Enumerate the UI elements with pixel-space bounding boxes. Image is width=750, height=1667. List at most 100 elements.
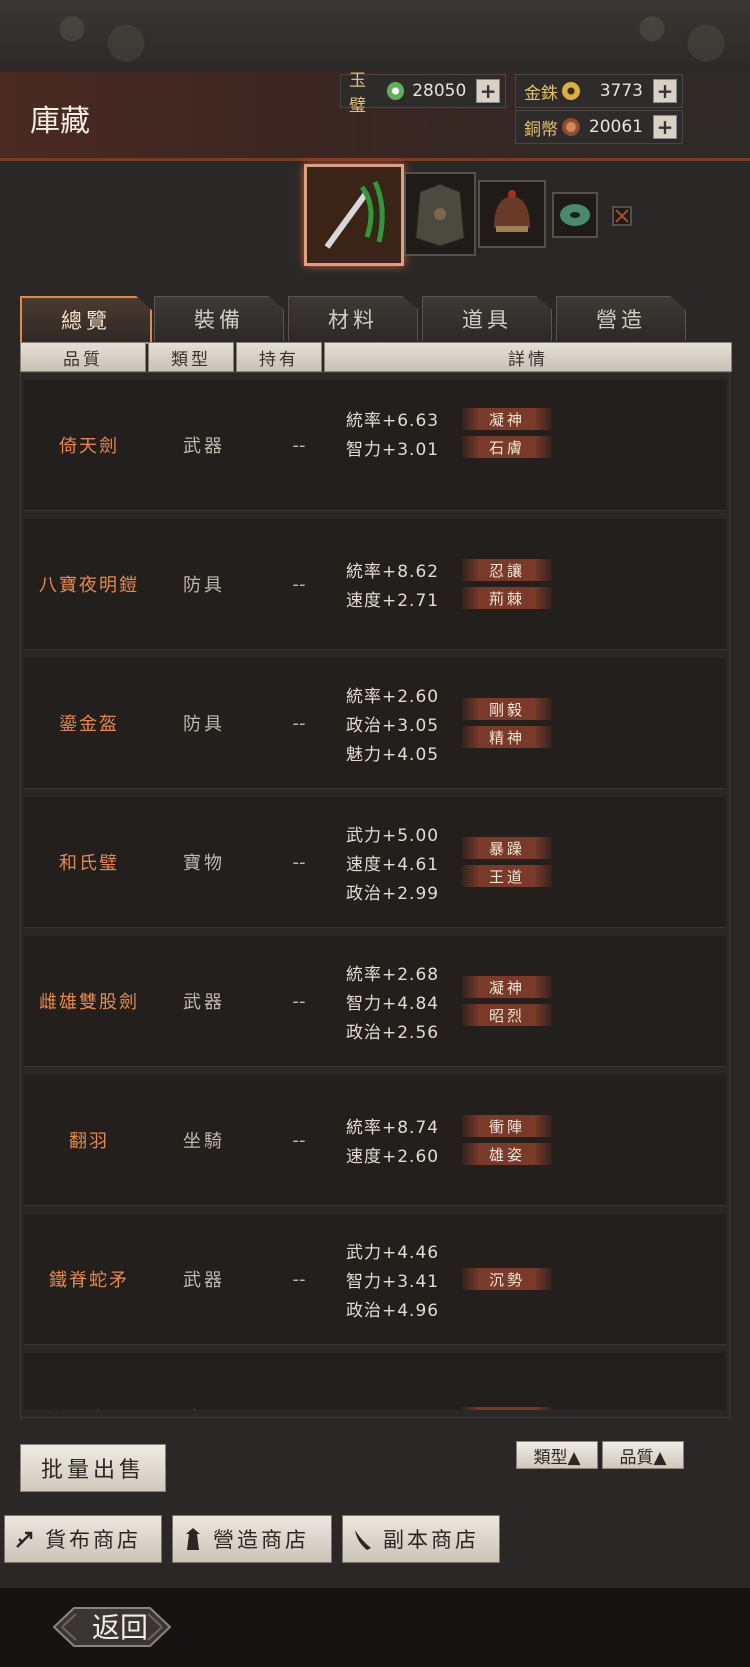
item-type: 武器 xyxy=(183,992,225,1013)
skill-badge[interactable]: 暴躁 xyxy=(462,837,552,859)
currency-jade: 玉璧 28050 + xyxy=(340,71,506,116)
bulk-sell-button[interactable]: 批量出售 xyxy=(20,1444,166,1492)
currency-gold: 金銖 3773 + xyxy=(515,74,683,108)
column-header-quality[interactable]: 品質 xyxy=(20,342,146,372)
skill-badge[interactable]: 凝神 xyxy=(462,408,552,430)
tab-equipment[interactable]: 裝備 xyxy=(154,296,284,341)
tab-construction[interactable]: 營造 xyxy=(556,296,686,341)
item-name: 七星寶刀 xyxy=(24,1353,154,1410)
skill-badge[interactable]: 精神 xyxy=(462,726,552,748)
table-row[interactable]: 鎏金盔 防具 -- 統率+2.60 政治+3.05 魅力+4.05 剛毅 精神 xyxy=(24,658,726,789)
add-gold-button[interactable]: + xyxy=(653,79,677,103)
dungeon-shop-button[interactable]: 副本商店 xyxy=(342,1515,500,1563)
item-type: 寶物 xyxy=(183,853,225,874)
tab-overview[interactable]: 總覽 xyxy=(20,296,152,344)
item-name: 鐵脊蛇矛 xyxy=(49,1270,129,1291)
item-slot-mini[interactable] xyxy=(612,206,632,226)
skill-badge[interactable]: 忍讓 xyxy=(462,559,552,581)
item-owned: -- xyxy=(292,990,306,1012)
item-slot-helmet[interactable] xyxy=(478,180,546,248)
column-header-type[interactable]: 類型 xyxy=(148,342,234,372)
stat-line: 統率+8.74 xyxy=(346,1118,440,1138)
stat-line: 速度+4.61 xyxy=(346,854,440,875)
tab-props[interactable]: 道具 xyxy=(422,296,552,341)
skill-badge[interactable]: 雄姿 xyxy=(462,1143,552,1165)
skill-badge[interactable]: 王道 xyxy=(462,865,552,887)
jade-coin-icon xyxy=(386,82,405,100)
item-stats: 統率+2.60 政治+3.05 魅力+4.05 xyxy=(346,658,439,788)
column-header-details: 詳情 xyxy=(324,342,732,372)
currency-label: 玉璧 xyxy=(349,71,366,116)
stat-line: 統率+2.68 xyxy=(346,964,440,985)
column-header-owned[interactable]: 持有 xyxy=(236,342,322,372)
item-type: 防具 xyxy=(183,575,225,596)
item-list[interactable]: 倚天劍 武器 -- 統率+6.63 智力+3.01 凝神 石膚 八寶夜明鎧 防具 -- 統率+8.6… xyxy=(24,380,726,1410)
item-slot-selected[interactable] xyxy=(304,164,404,266)
back-button[interactable]: 返回 xyxy=(50,1600,190,1652)
skill-badge[interactable]: 衝陣 xyxy=(462,1115,552,1137)
sort-type-button[interactable]: 類型▲ xyxy=(516,1441,598,1469)
skill-badge[interactable]: 荊棘 xyxy=(462,587,552,609)
stat-line: 政治+4.96 xyxy=(346,1300,440,1321)
item-stats: 統率+2.68 智力+4.84 政治+2.56 xyxy=(346,936,439,1066)
stat-line: 統率+8.62 xyxy=(346,562,440,582)
item-name: 和氏璧 xyxy=(59,853,119,874)
item-owned: -- xyxy=(292,712,306,734)
shop-label: 副本商店 xyxy=(383,1528,479,1552)
armor-icon xyxy=(415,183,465,247)
item-type: 武器 xyxy=(164,1353,244,1410)
skill-badge[interactable]: 沉勢 xyxy=(462,1268,552,1290)
table-row[interactable]: 七星寶刀武器 -- 武力+11.46 蠻力 xyxy=(24,1353,726,1410)
sword-icon xyxy=(307,167,401,263)
item-stats: 統率+6.63 智力+3.01 xyxy=(346,380,439,498)
item-type: 防具 xyxy=(183,714,225,735)
table-row[interactable]: 八寶夜明鎧 防具 -- 統率+8.62 速度+2.71 忍讓 荊棘 xyxy=(24,519,726,650)
page-title: 庫藏 xyxy=(30,104,90,139)
stat-line: 統率+2.60 xyxy=(346,686,440,707)
item-name: 翻羽 xyxy=(69,1131,109,1152)
item-skills: 剛毅 精神 xyxy=(462,658,552,788)
add-jade-button[interactable]: + xyxy=(476,79,500,103)
sort-quality-button[interactable]: 品質▲ xyxy=(602,1441,684,1469)
item-stats: 武力+11.46 xyxy=(346,1353,451,1410)
currency-value: 20061 xyxy=(588,117,643,137)
stat-line: 政治+2.56 xyxy=(346,1022,440,1043)
table-row[interactable]: 鐵脊蛇矛 武器 -- 武力+4.46 智力+3.41 政治+4.96 沉勢 xyxy=(24,1214,726,1345)
item-skills: 忍讓 荊棘 xyxy=(462,519,552,649)
table-row[interactable]: 雌雄雙股劍 武器 -- 統率+2.68 智力+4.84 政治+2.56 凝神 昭烈 xyxy=(24,936,726,1067)
table-row[interactable]: 翻羽 坐騎 -- 統率+8.74 速度+2.60 衝陣 雄姿 xyxy=(24,1075,726,1206)
item-type: 武器 xyxy=(183,436,225,457)
cloud-ornament xyxy=(0,0,180,72)
currency-shop-button[interactable]: 貨布商店 xyxy=(4,1515,162,1563)
item-skills: 沉勢 xyxy=(462,1214,552,1344)
item-slot-armor[interactable] xyxy=(404,172,476,256)
currency-copper: 銅幣 20061 + xyxy=(515,110,683,144)
spear-icon xyxy=(5,1516,45,1562)
skill-badge[interactable]: 昭烈 xyxy=(462,1004,552,1026)
table-row[interactable]: 倚天劍 武器 -- 統率+6.63 智力+3.01 凝神 石膚 xyxy=(24,380,726,511)
item-stats: 武力+5.00 速度+4.61 政治+2.99 xyxy=(346,797,439,927)
currency-value: 28050 xyxy=(412,81,467,101)
item-skills: 暴躁 王道 xyxy=(462,797,552,927)
currency-value: 3773 xyxy=(599,81,643,101)
skill-badge[interactable]: 石膚 xyxy=(462,436,552,458)
jade-disc-icon xyxy=(560,204,590,226)
shop-label: 營造商店 xyxy=(213,1528,309,1552)
item-name: 鎏金盔 xyxy=(59,714,119,735)
blade-icon xyxy=(343,1516,383,1562)
skill-badge[interactable]: 剛毅 xyxy=(462,698,552,720)
item-stats: 統率+8.62 速度+2.71 xyxy=(346,519,439,649)
add-copper-button[interactable]: + xyxy=(653,115,677,139)
helmet-icon xyxy=(494,190,530,232)
table-row[interactable]: 和氏璧 寶物 -- 武力+5.00 速度+4.61 政治+2.99 暴躁 王道 xyxy=(24,797,726,928)
stat-line: 武力+11.46 xyxy=(346,1406,451,1411)
skill-badge[interactable]: 蠻力 xyxy=(462,1407,552,1410)
tower-icon xyxy=(173,1516,213,1562)
construction-shop-button[interactable]: 營造商店 xyxy=(172,1515,332,1563)
stat-line: 政治+3.05 xyxy=(346,715,440,736)
copper-coin-icon xyxy=(562,118,580,136)
skill-badge[interactable]: 凝神 xyxy=(462,976,552,998)
item-slot-jade[interactable] xyxy=(552,192,598,238)
stat-line: 統率+6.63 xyxy=(346,411,440,431)
tab-materials[interactable]: 材料 xyxy=(288,296,418,341)
